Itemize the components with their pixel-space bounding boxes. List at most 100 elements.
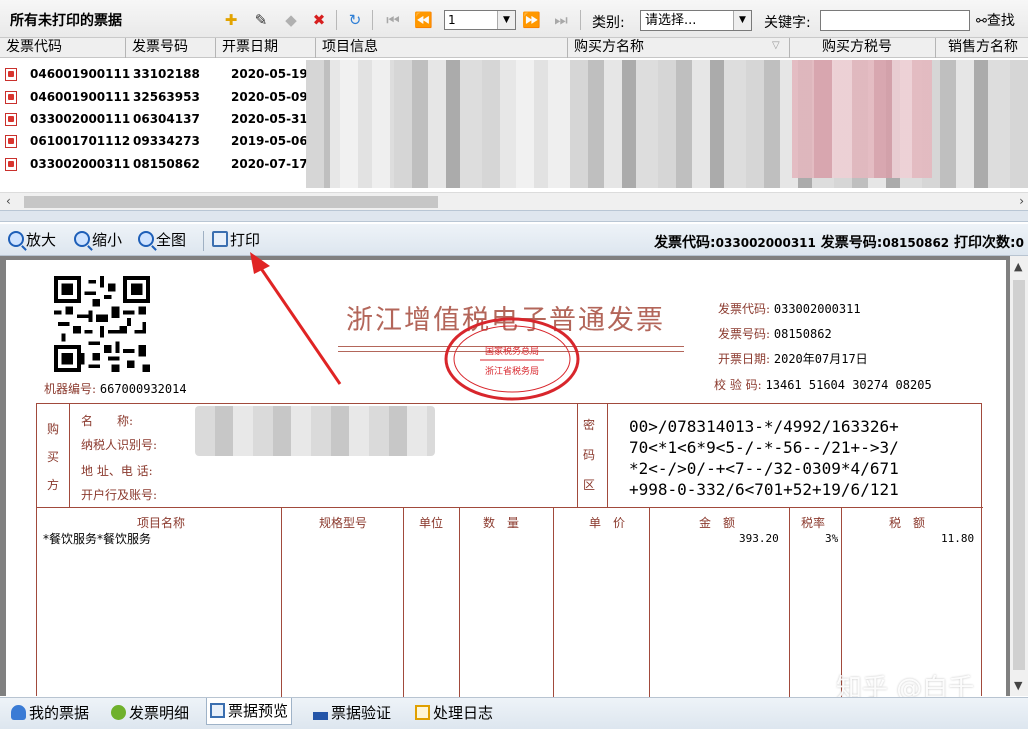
info-number: 08150862 [882, 236, 950, 250]
filter-icon[interactable]: ▽ [772, 40, 780, 51]
horizontal-scrollbar[interactable]: ‹ › [0, 192, 1028, 210]
vertical-scrollbar[interactable]: ▲ ▼ [1010, 256, 1028, 696]
next-page-icon[interactable]: ⏩ [522, 11, 541, 29]
invoice-number-cell: 33102188 [133, 67, 200, 81]
zoom-out-icon [74, 231, 90, 247]
user-icon [11, 705, 26, 720]
column-header[interactable]: 购买方名称 [568, 38, 790, 58]
meta-code-value: 033002000311 [773, 302, 861, 316]
invoice-date-cell: 2020-05-31 [231, 112, 308, 126]
machine-value: 667000932014 [99, 382, 187, 396]
col-spec-header: 规格型号 [319, 516, 368, 530]
print-button[interactable]: 打印 [212, 231, 260, 249]
scrollbar-thumb[interactable] [24, 196, 438, 208]
fit-page-icon [138, 231, 154, 247]
add-icon[interactable]: ✚ [222, 11, 240, 29]
tab-label: 发票明细 [129, 704, 190, 722]
tab-my-invoices[interactable]: 我的票据 [8, 703, 92, 725]
pdf-icon [5, 68, 17, 81]
info-print-count: 0 [1015, 236, 1024, 250]
buyer-taxid-label: 纳税人识别号: [81, 438, 158, 452]
top-toolbar: 所有未打印的票据 ✚ ✎ ◆ ✖ ↻ ⏮ ⏪ 1 ▼ ⏩ ⏭ 类别: 请选择..… [0, 0, 1028, 38]
category-select-value: 请选择... [645, 13, 697, 28]
col-qty-header: 数 量 [483, 516, 520, 530]
scroll-up-icon[interactable]: ▲ [1014, 260, 1022, 273]
col-amount-header: 金 额 [699, 516, 736, 530]
invoice-date-cell: 2019-05-06 [231, 134, 308, 148]
col-tax-header: 税 额 [889, 516, 926, 530]
redacted-buyer-info [195, 406, 435, 456]
cipher-area: 00>/078314013-*/4992/163326+ 70<*1<6*9<5-… [629, 416, 899, 500]
redacted-columns [500, 60, 570, 188]
page-number-input[interactable]: 1 ▼ [444, 10, 516, 30]
meta-date: 开票日期: 2020年07月17日 [718, 350, 868, 367]
edit-icon[interactable]: ✎ [252, 11, 270, 29]
column-header[interactable]: 购买方税号 [790, 38, 936, 58]
scroll-left-icon[interactable]: ‹ [6, 194, 11, 208]
tab-label: 我的票据 [29, 704, 90, 722]
keyword-input[interactable] [820, 10, 970, 31]
col-price-header: 单 价 [589, 516, 626, 530]
col-item-header: 项目名称 [137, 516, 186, 530]
info-number-label: 发票号码: [820, 235, 883, 251]
log-icon [415, 705, 430, 720]
item-name: *餐饮服务*餐饮服务 [43, 532, 152, 546]
info-print-label: 打印次数: [954, 235, 1016, 251]
invoice-paper: 机器编号: 667000932014 浙江增值税电子普通发票 国家税务总局 浙江… [6, 260, 1006, 697]
eraser-icon[interactable]: ◆ [282, 11, 300, 29]
prev-page-icon[interactable]: ⏪ [414, 11, 433, 29]
fit-page-button[interactable]: 全图 [138, 231, 186, 249]
zoom-out-label: 缩小 [92, 231, 123, 249]
tab-preview[interactable]: 票据预览 [206, 698, 293, 725]
zoom-out-button[interactable]: 缩小 [74, 231, 122, 249]
scroll-down-icon[interactable]: ▼ [1014, 679, 1022, 692]
redacted-tax-id [792, 60, 932, 178]
first-page-icon[interactable]: ⏮ [384, 11, 402, 29]
seal-text-2: 浙江省税务局 [485, 365, 539, 377]
info-code-label: 发票代码: [654, 235, 716, 251]
chevron-down-icon[interactable]: ▼ [497, 11, 515, 29]
panel-splitter[interactable] [0, 210, 1028, 222]
seal-text-1: 国家税务总局 [485, 345, 539, 357]
cipher-side-char: 码 [583, 448, 596, 462]
meta-code-label: 发票代码: [718, 302, 771, 316]
item-rate: 3% [825, 532, 839, 545]
scrollbar-thumb[interactable] [1013, 280, 1025, 670]
invoice-table: 购 买 方 名 称: 纳税人识别号: 地 址、电 话: 开户行及账号: 密 码 … [36, 403, 983, 697]
meta-check-label: 校 验 码: [714, 378, 762, 392]
redacted-columns [330, 60, 390, 188]
scroll-right-icon[interactable]: › [1019, 194, 1024, 208]
pdf-icon [5, 91, 17, 104]
meta-date-value: 2020年07月17日 [773, 352, 868, 366]
tab-log[interactable]: 处理日志 [412, 703, 496, 725]
invoice-number-cell: 09334273 [133, 134, 200, 148]
pdf-icon [5, 135, 17, 148]
find-label: 查找 [986, 13, 1015, 29]
meta-date-label: 开票日期: [718, 352, 771, 366]
find-button[interactable]: ⚯查找 [976, 10, 1015, 30]
item-tax: 11.80 [941, 532, 975, 545]
column-header[interactable]: 发票代码 [0, 38, 126, 58]
last-page-icon[interactable]: ⏭ [552, 11, 570, 29]
machine-label: 机器编号: [44, 382, 97, 396]
verify-icon [313, 712, 328, 720]
column-header[interactable]: 销售方名称 [936, 38, 1028, 58]
refresh-icon[interactable]: ↻ [346, 11, 364, 29]
column-header[interactable]: 发票号码 [126, 38, 216, 58]
column-header[interactable]: 开票日期 [216, 38, 316, 58]
column-header[interactable]: 项目信息 [316, 38, 568, 58]
delete-icon[interactable]: ✖ [310, 11, 328, 29]
preview-toolbar: 放大 缩小 全图 打印 发票代码:033002000311 发票号码:08150… [0, 224, 1028, 256]
category-select[interactable]: 请选择... ▼ [640, 10, 752, 31]
zoom-in-button[interactable]: 放大 [8, 231, 56, 249]
invoice-code-cell: 046001900111 [30, 67, 131, 81]
tab-verify[interactable]: 票据验证 [310, 703, 394, 725]
meta-code: 发票代码: 033002000311 [718, 300, 861, 317]
invoice-date-cell: 2020-05-09 [231, 90, 308, 104]
invoice-number-cell: 08150862 [133, 157, 200, 171]
item-amount: 393.20 [739, 532, 779, 545]
invoice-code-cell: 033002000111 [30, 112, 131, 126]
tab-invoice-details[interactable]: 发票明细 [108, 703, 192, 725]
cipher-line: *2<-/>0/-+<7--/32-0309*4/671 [629, 459, 899, 478]
chevron-down-icon[interactable]: ▼ [733, 11, 751, 30]
